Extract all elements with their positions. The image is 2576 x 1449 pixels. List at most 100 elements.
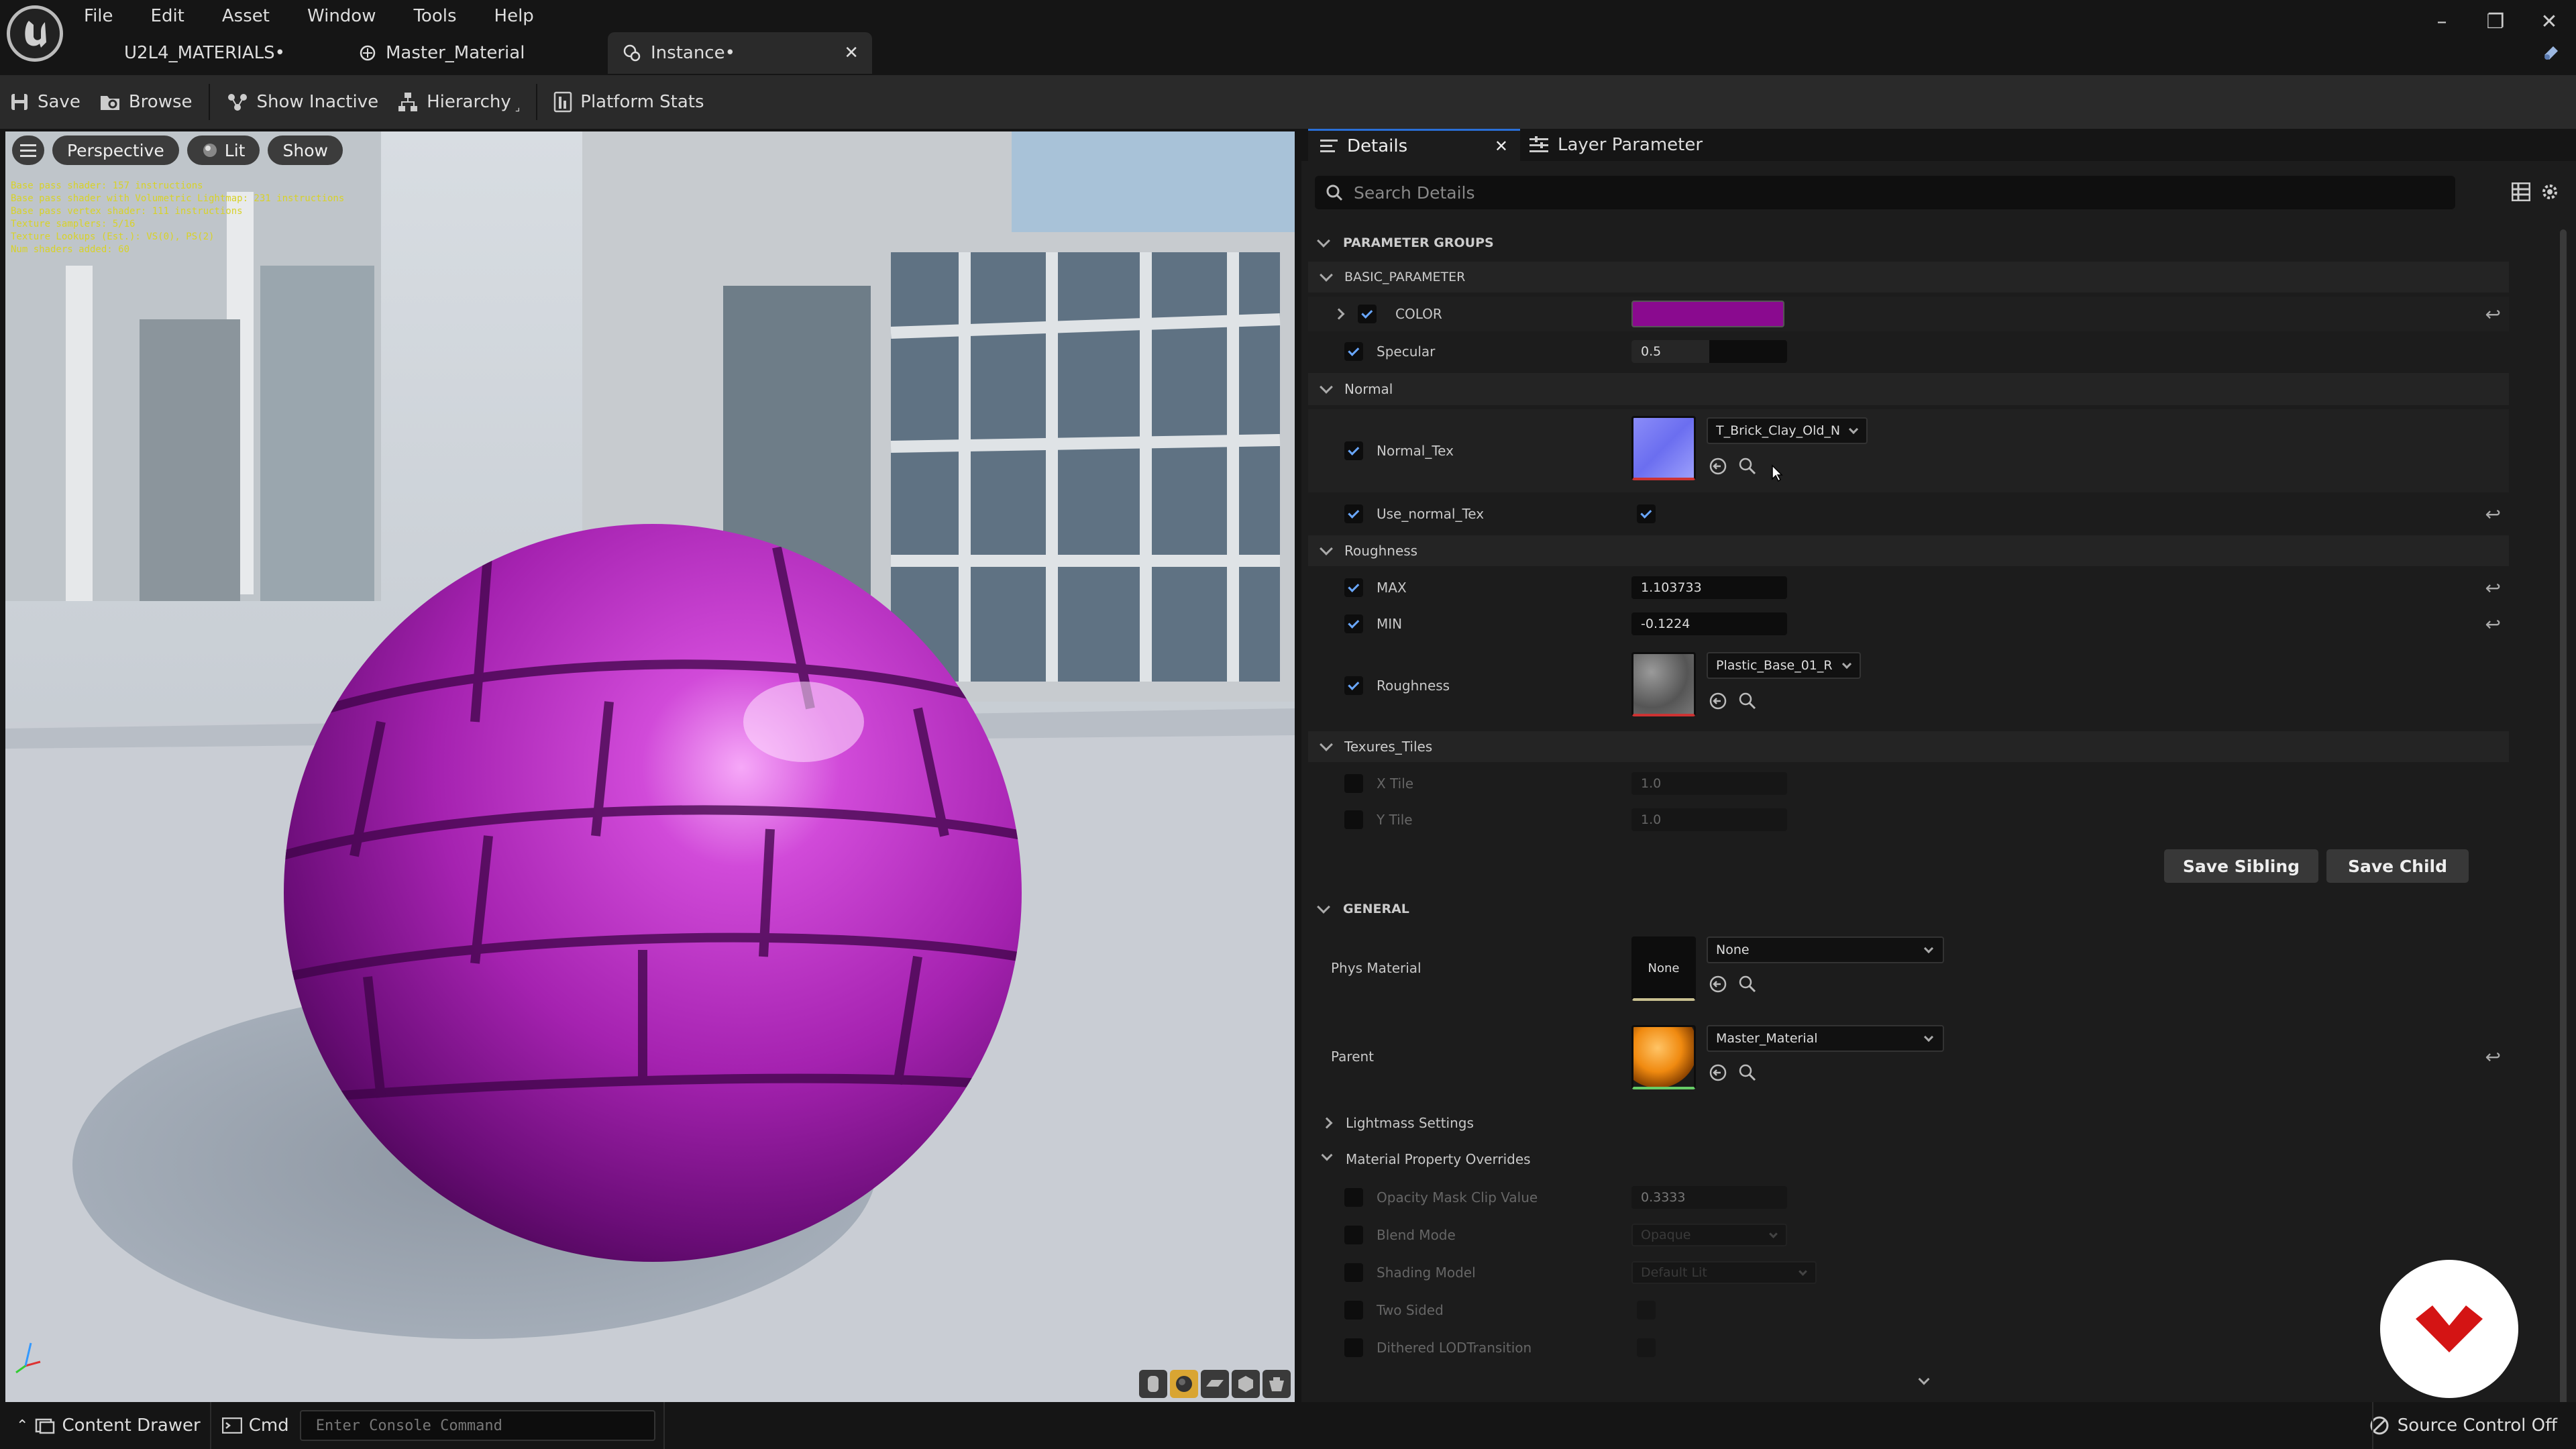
tab-layer-parameter[interactable]: Layer Parameter xyxy=(1516,129,1703,161)
roughness-texture-thumbnail[interactable] xyxy=(1631,652,1696,716)
browse-asset-icon[interactable] xyxy=(1737,456,1758,476)
color-override-checkbox[interactable] xyxy=(1358,305,1377,323)
roughness-group[interactable]: Roughness xyxy=(1308,535,2509,566)
x-tile-input[interactable]: 1.0 xyxy=(1631,772,1787,795)
tab-instance[interactable]: Instance• ✕ xyxy=(608,32,872,74)
textures-tiles-group[interactable]: Texures_Tiles xyxy=(1308,731,2509,762)
use-selected-icon[interactable] xyxy=(1708,974,1728,994)
material-property-overrides-row[interactable]: Material Property Overrides xyxy=(1308,1142,2509,1177)
sphere-mesh-icon[interactable] xyxy=(1170,1370,1198,1398)
minimize-icon[interactable]: – xyxy=(2415,10,2469,34)
color-swatch[interactable] xyxy=(1631,301,1784,327)
menu-asset[interactable]: Asset xyxy=(222,6,270,26)
search-details-input[interactable]: Search Details xyxy=(1315,176,2455,209)
menu-tools[interactable]: Tools xyxy=(413,6,456,26)
opacity-override-checkbox[interactable] xyxy=(1344,1188,1363,1207)
plane-mesh-icon[interactable] xyxy=(1201,1370,1229,1398)
menu-help[interactable]: Help xyxy=(494,6,534,26)
browse-asset-icon[interactable] xyxy=(1737,1063,1758,1083)
notification-icon[interactable] xyxy=(2541,43,2561,63)
cmd-button[interactable]: Cmd xyxy=(211,1402,300,1449)
roughness-override-checkbox[interactable] xyxy=(1344,676,1363,695)
normal-tex-override-checkbox[interactable] xyxy=(1344,441,1363,460)
x-tile-override-checkbox[interactable] xyxy=(1344,774,1363,793)
normal-texture-thumbnail[interactable] xyxy=(1631,416,1696,480)
menu-edit[interactable]: Edit xyxy=(151,6,184,26)
scroll-more-chevron-icon[interactable] xyxy=(1918,1373,1930,1385)
two-sided-value-checkbox[interactable] xyxy=(1637,1301,1656,1320)
maximize-icon[interactable]: ❐ xyxy=(2469,10,2522,34)
normal-group[interactable]: Normal xyxy=(1308,373,2509,405)
viewport-menu-button[interactable] xyxy=(12,136,44,165)
lit-button[interactable]: Lit xyxy=(186,136,260,165)
grid-view-icon[interactable] xyxy=(2512,182,2530,201)
specular-slider[interactable]: 0.5 xyxy=(1631,340,1787,363)
reset-to-default-icon[interactable]: ↩ xyxy=(2485,503,2501,525)
save-sibling-button[interactable]: Save Sibling xyxy=(2164,849,2318,883)
use-normal-override-checkbox[interactable] xyxy=(1344,504,1363,523)
settings-gear-icon[interactable] xyxy=(2540,182,2560,202)
phys-material-dropdown[interactable]: None xyxy=(1707,936,1944,963)
max-override-checkbox[interactable] xyxy=(1344,578,1363,597)
perspective-button[interactable]: Perspective xyxy=(52,136,179,165)
content-drawer-button[interactable]: ⌃ Content Drawer xyxy=(0,1402,211,1449)
browse-button[interactable]: Browse xyxy=(90,75,202,129)
shading-model-dropdown[interactable]: Default Lit xyxy=(1631,1261,1817,1284)
close-window-icon[interactable]: ✕ xyxy=(2522,10,2576,34)
lightmass-settings-row[interactable]: Lightmass Settings xyxy=(1308,1106,2509,1140)
chevron-right-icon[interactable] xyxy=(1333,308,1345,320)
opacity-input[interactable]: 0.3333 xyxy=(1631,1186,1787,1209)
specular-override-checkbox[interactable] xyxy=(1344,342,1363,361)
save-button[interactable]: Save xyxy=(0,75,90,129)
y-tile-input[interactable]: 1.0 xyxy=(1631,808,1787,831)
min-override-checkbox[interactable] xyxy=(1344,614,1363,633)
dithered-override-checkbox[interactable] xyxy=(1344,1338,1363,1357)
use-normal-value-checkbox[interactable] xyxy=(1637,504,1656,523)
two-sided-override-checkbox[interactable] xyxy=(1344,1301,1363,1320)
tab-project[interactable]: U2L4_MATERIALS• xyxy=(124,32,285,74)
show-inactive-button[interactable]: Show Inactive xyxy=(217,75,388,129)
source-control-button[interactable]: Source Control Off xyxy=(2369,1415,2557,1436)
dithered-value-checkbox[interactable] xyxy=(1637,1338,1656,1357)
normal-tex-dropdown[interactable]: T_Brick_Clay_Old_N xyxy=(1707,417,1868,444)
browse-asset-icon[interactable] xyxy=(1737,974,1758,994)
console-command-input[interactable]: Enter Console Command xyxy=(299,1410,655,1441)
use-selected-icon[interactable] xyxy=(1708,691,1728,711)
reset-to-default-icon[interactable]: ↩ xyxy=(2485,1046,2501,1068)
tab-details[interactable]: Details ✕ xyxy=(1308,129,1520,161)
menu-window[interactable]: Window xyxy=(307,6,376,26)
roughness-tex-dropdown[interactable]: Plastic_Base_01_R xyxy=(1707,652,1861,679)
platform-stats-button[interactable]: Platform Stats xyxy=(544,75,713,129)
parent-material-thumbnail[interactable] xyxy=(1631,1025,1696,1089)
teapot-mesh-icon[interactable] xyxy=(1263,1370,1291,1398)
general-category-header[interactable]: GENERAL xyxy=(1308,894,2509,924)
cube-mesh-icon[interactable] xyxy=(1232,1370,1260,1398)
browse-asset-icon[interactable] xyxy=(1737,691,1758,711)
cylinder-mesh-icon[interactable] xyxy=(1139,1370,1167,1398)
blend-override-checkbox[interactable] xyxy=(1344,1226,1363,1244)
phys-material-thumbnail[interactable]: None xyxy=(1631,936,1696,1001)
close-tab-icon[interactable]: ✕ xyxy=(844,43,859,63)
reset-to-default-icon[interactable]: ↩ xyxy=(2485,613,2501,635)
max-value-input[interactable]: 1.103733 xyxy=(1631,576,1787,599)
hierarchy-button[interactable]: Hierarchy ⌟ xyxy=(388,75,529,129)
parent-dropdown[interactable]: Master_Material xyxy=(1707,1025,1944,1052)
menu-file[interactable]: File xyxy=(84,6,113,26)
details-scrollbar[interactable] xyxy=(2560,229,2567,1410)
unreal-logo-icon[interactable] xyxy=(7,5,63,62)
parameter-groups-header[interactable]: PARAMETER GROUPS xyxy=(1308,228,2509,258)
shading-override-checkbox[interactable] xyxy=(1344,1263,1363,1282)
blend-mode-dropdown[interactable]: Opaque xyxy=(1631,1224,1787,1246)
reset-to-default-icon[interactable]: ↩ xyxy=(2485,303,2501,325)
tab-master-material[interactable]: Master_Material xyxy=(359,32,525,74)
show-button[interactable]: Show xyxy=(268,136,343,165)
basic-parameter-group[interactable]: BASIC_PARAMETER xyxy=(1308,262,2509,292)
save-child-button[interactable]: Save Child xyxy=(2326,849,2469,883)
min-value-input[interactable]: -0.1224 xyxy=(1631,612,1787,635)
reset-to-default-icon[interactable]: ↩ xyxy=(2485,577,2501,599)
use-selected-icon[interactable] xyxy=(1708,1063,1728,1083)
use-selected-icon[interactable] xyxy=(1708,456,1728,476)
close-details-icon[interactable]: ✕ xyxy=(1495,137,1508,156)
preview-viewport[interactable]: Perspective Lit Show Base pass shader: 1… xyxy=(5,131,1295,1402)
y-tile-override-checkbox[interactable] xyxy=(1344,810,1363,829)
